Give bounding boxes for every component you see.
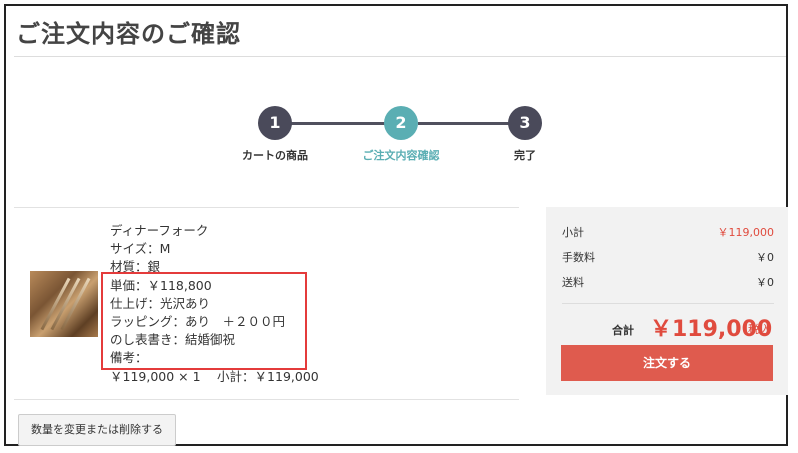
fee-value: ￥0 xyxy=(756,251,774,264)
page-frame: ご注文内容のご確認 1 2 3 カートの商品 ご注文内容確認 完了 ディナーフォ… xyxy=(4,4,788,446)
fee-label: 手数料 xyxy=(562,251,595,264)
change-quantity-button[interactable]: 数量を変更または削除する xyxy=(18,414,176,446)
step-2-label: ご注文内容確認 xyxy=(362,149,440,162)
item-name: ディナーフォーク xyxy=(110,223,209,238)
total-label: 合計 xyxy=(612,324,634,337)
order-summary: 小計 ￥119,000 手数料 ￥0 送料 ￥0 合計 ￥119,000 税込 … xyxy=(546,207,788,395)
product-image xyxy=(30,271,98,337)
step-connector-1 xyxy=(276,122,388,125)
item-divider-top xyxy=(14,207,519,208)
shipping-value: ￥0 xyxy=(756,276,774,289)
item-size: サイズ：M xyxy=(110,241,171,257)
summary-divider xyxy=(562,303,774,304)
highlight-annotation-box xyxy=(101,272,307,370)
step-1-circle: 1 xyxy=(258,106,292,140)
shipping-label: 送料 xyxy=(562,276,584,289)
shipping-row: 送料 ￥0 xyxy=(562,274,774,290)
tax-label: 税込 xyxy=(748,323,770,336)
step-1-label: カートの商品 xyxy=(242,149,308,162)
step-connector-2 xyxy=(418,122,522,125)
step-2-circle: 2 xyxy=(384,106,418,140)
place-order-button[interactable]: 注文する xyxy=(561,345,773,381)
subtotal-label: 小計 xyxy=(562,226,584,239)
subtotal-value: ￥119,000 xyxy=(717,226,775,239)
item-line-total: ￥119,000 × 1 小計：￥119,000 xyxy=(110,368,319,384)
step-3-label: 完了 xyxy=(514,149,536,162)
fee-row: 手数料 ￥0 xyxy=(562,249,774,265)
step-3-circle: 3 xyxy=(508,106,542,140)
subtotal-row: 小計 ￥119,000 xyxy=(562,224,774,240)
item-divider-bottom xyxy=(14,399,519,400)
checkout-steps: 1 2 3 カートの商品 ご注文内容確認 完了 xyxy=(6,6,790,206)
